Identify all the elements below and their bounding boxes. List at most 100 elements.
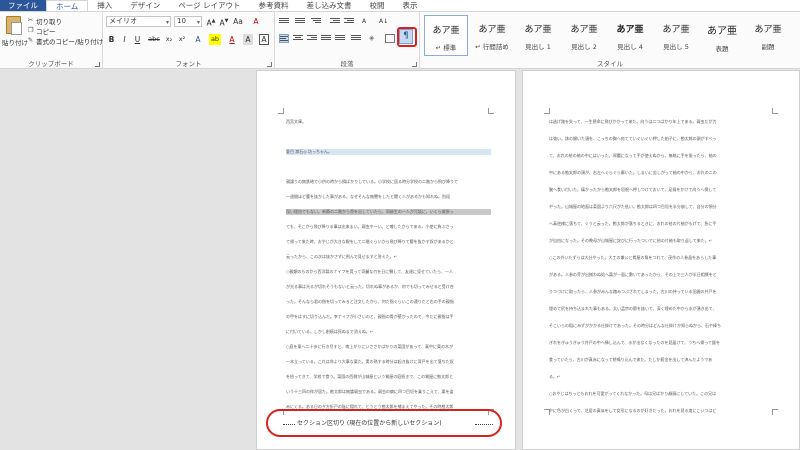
- style-sample: あア亜: [570, 25, 598, 35]
- format-painter-label: 書式のコピー/貼り付け: [36, 37, 104, 46]
- style-name: 副題: [761, 43, 775, 51]
- bullets-icon[interactable]: [279, 17, 289, 26]
- character-shading-button[interactable]: A: [243, 34, 253, 45]
- crop-mark: [772, 108, 778, 114]
- style-sample: あア亜: [524, 25, 552, 35]
- text-effects-button[interactable]: A: [193, 34, 203, 45]
- style-sample: あア亜: [478, 25, 506, 35]
- ribbon-tabs: ファイル ホーム 挿入 デザイン ページ レイアウト 参考資料 差し込み文書 校…: [0, 0, 800, 11]
- style-sample: あア亜: [616, 25, 644, 35]
- text-line: 親譲りの無鉄砲で小供の時から損ばかりしている。小学校に居る時分学校の二階から飛び…: [286, 179, 458, 184]
- text-line: 食っていたら、古川が真赤になって怒鳴り込んで来た。たしか罰金を出して済んだようで…: [549, 357, 713, 362]
- style-name: 表題: [715, 45, 729, 53]
- align-left-icon[interactable]: [279, 34, 289, 43]
- style-no-spacing[interactable]: あア亜 ↵ 行間詰め: [470, 15, 514, 56]
- align-right-icon[interactable]: [307, 34, 317, 43]
- distributed-icon[interactable]: [335, 34, 345, 43]
- align-center-icon[interactable]: [293, 34, 303, 43]
- text-line: ○この外いたずらは大分やった。大工の兼公と肴屋の角をつれて、茂作の人参畠をあらし…: [549, 255, 717, 260]
- multilevel-list-icon[interactable]: [311, 17, 321, 26]
- text-line: が光る事は光るが切れそうもないと云った。切れぬ事があるか、何でも切ってみせると受…: [286, 284, 454, 289]
- chevron-down-icon: ▾: [196, 19, 200, 26]
- sort-icon[interactable]: A↓: [379, 17, 389, 26]
- shrink-font-button[interactable]: A▼: [219, 16, 229, 28]
- tab-references[interactable]: 参考資料: [250, 0, 298, 11]
- character-border-button[interactable]: A: [259, 34, 269, 45]
- text-line: ても、そこから飛び降りる事は出来まい。弱虫やーい。と囃したからである。小使に負ぶ…: [286, 224, 454, 229]
- change-case-button[interactable]: Aa: [233, 16, 243, 27]
- text-line: 西宮文庫。: [286, 119, 306, 124]
- font-color-button[interactable]: A: [227, 34, 237, 45]
- format-painter-button[interactable]: ✎ 書式のコピー/貼り付け: [27, 36, 104, 46]
- clear-formatting-button[interactable]: A: [251, 16, 261, 27]
- shading-icon[interactable]: ◈: [369, 34, 379, 43]
- font-name-select[interactable]: メイリオ ▾: [106, 16, 171, 27]
- tab-file[interactable]: ファイル: [0, 0, 46, 11]
- increase-indent-icon[interactable]: [344, 17, 354, 26]
- style-name: 見出し 5: [663, 43, 689, 51]
- style-heading-1[interactable]: あア亜 見出し 1: [516, 15, 560, 56]
- style-heading-4[interactable]: あア亜 見出し 4: [608, 15, 652, 56]
- style-sample: あア亜: [754, 25, 782, 35]
- numbering-icon[interactable]: [295, 17, 305, 26]
- paragraph-group-label: 段落: [340, 60, 354, 68]
- superscript-button[interactable]: x²: [177, 34, 187, 45]
- clipboard-group: 貼り付け ✂ 切り取り ❐ コピー ✎ 書式のコピー/貼り付け クリップボード: [0, 12, 103, 69]
- style-subtitle[interactable]: あア亜 副題: [746, 15, 790, 56]
- crop-mark: [544, 108, 550, 114]
- document-page-right[interactable]: は逃げ路を失って、一生懸命に飛びかかって来た。向うは二つばかり年上である。弱虫だ…: [522, 70, 800, 450]
- style-title[interactable]: あア亜 表題: [700, 15, 744, 56]
- grow-font-button[interactable]: A▲: [206, 16, 216, 28]
- bold-button[interactable]: B: [107, 34, 116, 45]
- tab-design[interactable]: デザイン: [121, 0, 169, 11]
- text-line: が自由になった。その晩母が山城屋に詫びに行ったついでに袷の片袖も取り返して来た。…: [549, 238, 713, 243]
- tab-view[interactable]: 表示: [394, 0, 427, 11]
- asian-layout-icon[interactable]: A: [362, 17, 372, 26]
- tab-insert[interactable]: 挿入: [88, 0, 121, 11]
- ribbon: 貼り付け ✂ 切り取り ❐ コピー ✎ 書式のコピー/貼り付け クリップボード …: [0, 11, 800, 69]
- font-group-label: フォント: [175, 60, 202, 68]
- tab-home[interactable]: ホーム: [46, 0, 89, 11]
- document-page-left[interactable]: 西宮文庫。 夏目 漱石◎ 坊っちゃん。 親譲りの無鉄砲で小供の時から損ばかりしている…: [256, 70, 516, 450]
- strikethrough-button[interactable]: abc: [147, 34, 161, 45]
- copy-label: コピー: [36, 27, 56, 36]
- underline-button[interactable]: U: [133, 34, 142, 45]
- style-heading-5[interactable]: あア亜 見出し 5: [654, 15, 698, 56]
- text-line: 一本立っている。これは命より大事な栗だ。実の熟する時分は起き抜けに背戸を出て落ち…: [286, 359, 454, 364]
- style-name: 見出し 1: [525, 43, 551, 51]
- font-size-value: 10: [177, 17, 186, 25]
- tab-mailings[interactable]: 差し込み文書: [298, 0, 361, 11]
- clipboard-launcher-icon[interactable]: [95, 62, 100, 67]
- text-line: ○おやじはちっともおれを可愛がってくれなかった。母は兄ばかり贔屓にしていた。この…: [549, 391, 717, 396]
- text-line: て、おれの袷の袖の中にはいった。邪魔になって手が使えぬから、無暗に手を振ったら、…: [549, 153, 717, 158]
- chevron-down-icon: ▾: [165, 19, 169, 26]
- justify-icon[interactable]: [321, 34, 331, 43]
- text-line: 埋めて尻を持ち込まれた事もある。太い孟宗の節を抜いて、深く埋めた中から水が湧き出…: [549, 306, 717, 311]
- borders-icon[interactable]: [385, 34, 395, 43]
- decrease-indent-icon[interactable]: [330, 17, 340, 26]
- paste-button[interactable]: 貼り付け: [2, 14, 28, 56]
- copy-icon: ❐: [27, 26, 34, 34]
- style-name: ↵ 標準: [435, 44, 457, 52]
- text-line: った。そんなら君の指を切ってみろと注文したから、何だ指ぐらいこの通りだと右の手の…: [286, 299, 454, 304]
- cut-label: 切り取り: [36, 17, 62, 26]
- italic-button[interactable]: I: [120, 34, 129, 45]
- style-normal[interactable]: あア亜 ↵ 標準: [424, 15, 468, 56]
- tab-review[interactable]: 校閲: [361, 0, 394, 11]
- copy-button[interactable]: ❐ コピー: [27, 26, 56, 36]
- line-spacing-icon[interactable]: [351, 34, 361, 43]
- text-line: やった。山城屋の地面は菜園より六尺がた低い。勘太郎は四つ目垣を半分崩して、自分の…: [549, 204, 717, 209]
- text-line: て帰って来た時、おやじが大きな眼をして二階ぐらいから飛び降りて腰を抜かす奴がある…: [286, 239, 454, 244]
- cut-button[interactable]: ✂ 切り取り: [27, 16, 62, 26]
- highlight-button[interactable]: ab: [209, 34, 221, 45]
- text-line: ○庭を東へ二十歩に行き尽すと、南上がりにいささかばかりの菜園があって、真中に栗の…: [286, 344, 454, 349]
- style-heading-2[interactable]: あア亜 見出し 2: [562, 15, 606, 56]
- paragraph-launcher-icon[interactable]: [412, 62, 417, 67]
- font-size-select[interactable]: 10 ▾: [174, 16, 202, 27]
- document-area: 西宮文庫。 夏目 漱石◎ 坊っちゃん。 親譲りの無鉄砲で小供の時から損ばかりしている…: [0, 70, 800, 450]
- subscript-button[interactable]: x₂: [164, 34, 174, 45]
- text-line: がある。人参の芽が出揃わぬ処へ藁が一面に敷いてあったから、その上で三人が半日相撲…: [549, 272, 717, 277]
- tab-page-layout[interactable]: ページ レイアウト: [169, 0, 249, 11]
- crop-mark: [488, 108, 494, 114]
- font-launcher-icon[interactable]: [267, 62, 272, 67]
